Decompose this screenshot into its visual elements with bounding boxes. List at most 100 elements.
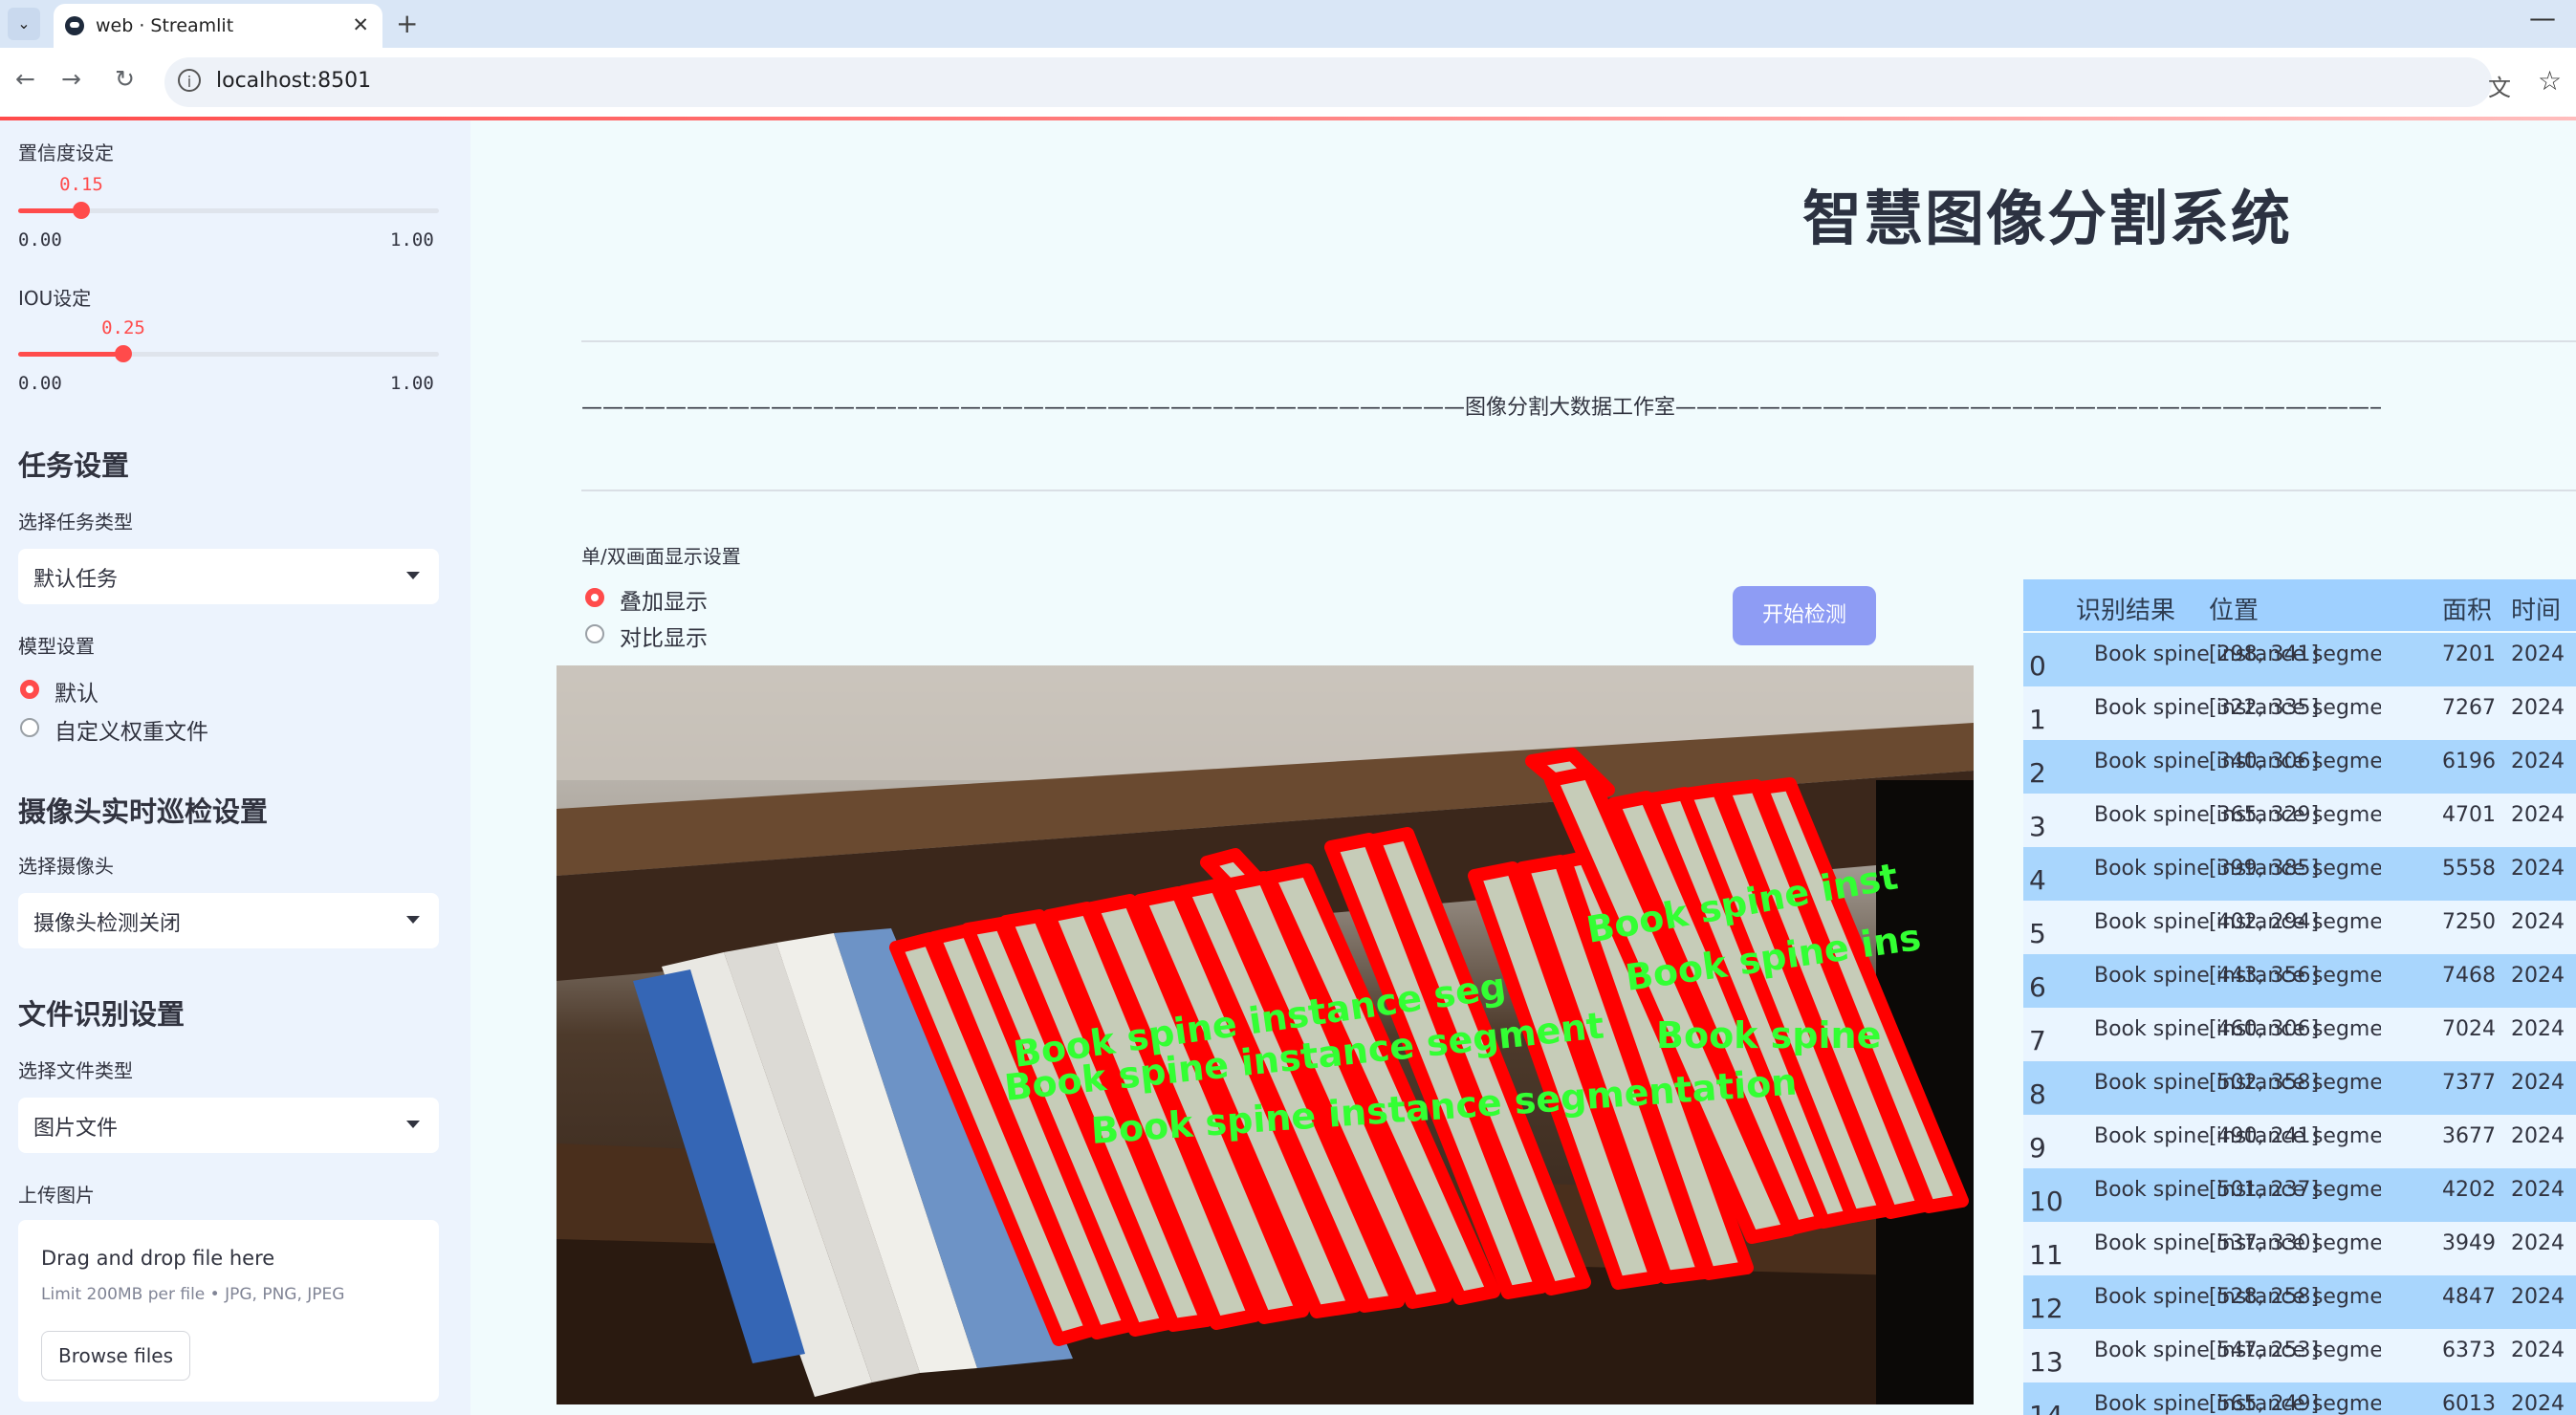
star-icon[interactable]: ☆ (2538, 65, 2562, 97)
table-row[interactable]: 9Book spine instance segmentation[490, 2… (2023, 1115, 2576, 1168)
browser-toolbar: ← → ↻ i localhost:8501 文 ☆ (0, 48, 2576, 117)
cell-time: 2024 (2511, 1071, 2565, 1095)
row-index: 10 (2029, 1186, 2063, 1217)
radio-selected-icon[interactable] (20, 680, 39, 699)
table-row[interactable]: 6Book spine instance segmentation[443, 3… (2023, 954, 2576, 1008)
start-detection-button[interactable]: 开始检测 (1733, 586, 1876, 645)
table-row[interactable]: 2Book spine instance segmentation[340, 3… (2023, 740, 2576, 794)
header-position[interactable]: 位置 (2209, 591, 2259, 626)
row-index: 11 (2029, 1239, 2063, 1271)
reload-icon[interactable]: ↻ (115, 65, 135, 93)
radio-unselected-icon[interactable] (585, 624, 604, 643)
cell-position: [365, 329] (2209, 803, 2320, 827)
close-icon[interactable]: ✕ (352, 13, 369, 36)
minimize-icon[interactable]: — (2529, 2, 2556, 33)
header-area[interactable]: 面积 (2442, 591, 2492, 626)
table-row[interactable]: 12Book spine instance segmentation[528, … (2023, 1275, 2576, 1329)
cell-time: 2024 (2511, 1392, 2565, 1415)
cell-area: 7377 (2442, 1071, 2496, 1095)
forward-icon[interactable]: → (61, 65, 81, 93)
model-option-label: 自定义权重文件 (55, 720, 208, 745)
row-index: 14 (2029, 1400, 2063, 1415)
camera-section-title: 摄像头实时巡检设置 (18, 795, 269, 828)
camera-select-label: 选择摄像头 (18, 855, 114, 878)
cell-position: [490, 241] (2209, 1124, 2320, 1148)
row-index: 3 (2029, 811, 2046, 842)
table-row[interactable]: 14Book spine instance segmentation[565, … (2023, 1382, 2576, 1415)
cell-time: 2024 (2511, 750, 2565, 773)
table-row[interactable]: 0Book spine instance segmentation[298, 3… (2023, 633, 2576, 686)
cell-area: 3949 (2442, 1231, 2496, 1255)
cell-time: 2024 (2511, 910, 2565, 934)
model-option-label: 默认 (55, 682, 98, 707)
translate-icon[interactable]: 文 (2488, 69, 2511, 102)
browser-tab-bar: ⌄ web · Streamlit ✕ + — (0, 0, 2576, 48)
plus-icon[interactable]: + (396, 8, 418, 39)
iou-slider-fill (18, 352, 123, 357)
table-row[interactable]: 1Book spine instance segmentation[322, 3… (2023, 686, 2576, 740)
table-row[interactable]: 5Book spine instance segmentation[402, 2… (2023, 901, 2576, 954)
tab-search-chevron-down-icon[interactable]: ⌄ (8, 8, 40, 40)
file-uploader-dropzone[interactable]: Drag and drop file here Limit 200MB per … (18, 1220, 439, 1402)
row-index: 4 (2029, 864, 2046, 896)
file-type-select[interactable]: 图片文件 (18, 1098, 439, 1153)
table-row[interactable]: 4Book spine instance segmentation[399, 3… (2023, 847, 2576, 901)
cell-area: 6013 (2442, 1392, 2496, 1415)
main-content: 智慧图像分割系统 ———————————————————————————————… (470, 120, 2576, 1415)
radio-selected-icon[interactable] (585, 588, 604, 607)
table-row[interactable]: 10Book spine instance segmentation[501, … (2023, 1168, 2576, 1222)
row-index: 1 (2029, 704, 2046, 735)
segmentation-overlay: Book spine instance seg Book spine insta… (557, 665, 1974, 1404)
results-table[interactable]: 识别结果 位置 面积 时间 0 Book spine instance segme… (2023, 579, 2576, 1415)
cell-time: 2024 (2511, 1285, 2565, 1309)
uploader-title: Drag and drop file here (41, 1247, 275, 1270)
cell-area: 6196 (2442, 750, 2496, 773)
task-select[interactable]: 默认任务 (18, 549, 439, 604)
row-index: 8 (2029, 1078, 2046, 1110)
iou-slider-thumb[interactable] (115, 345, 132, 362)
confidence-slider[interactable] (18, 202, 439, 219)
cell-position: [537, 330] (2209, 1231, 2320, 1255)
display-option-label: 叠加显示 (620, 590, 708, 615)
cell-position: [565, 249] (2209, 1392, 2320, 1415)
confidence-slider-thumb[interactable] (73, 202, 90, 219)
confidence-max: 1.00 (390, 229, 434, 250)
iou-slider[interactable] (18, 345, 439, 362)
cell-area: 4701 (2442, 803, 2496, 827)
file-type-label: 选择文件类型 (18, 1059, 133, 1082)
file-section-title: 文件识别设置 (18, 998, 186, 1031)
confidence-min: 0.00 (18, 229, 62, 250)
browse-files-button[interactable]: Browse files (41, 1331, 190, 1381)
site-info-icon[interactable]: i (178, 69, 201, 92)
table-row[interactable]: 8Book spine instance segmentation[502, 3… (2023, 1061, 2576, 1115)
iou-min: 0.00 (18, 373, 62, 394)
header-time[interactable]: 时间 (2511, 591, 2561, 626)
url-text[interactable]: localhost:8501 (216, 69, 371, 93)
cell-position: [322, 335] (2209, 696, 2320, 720)
cell-position: [402, 294] (2209, 910, 2320, 934)
file-type-value: 图片文件 (33, 1117, 119, 1141)
radio-unselected-icon[interactable] (20, 718, 39, 737)
cell-area: 3677 (2442, 1124, 2496, 1148)
table-row[interactable]: 3Book spine instance segmentation[365, 3… (2023, 794, 2576, 847)
cell-time: 2024 (2511, 964, 2565, 988)
display-mode-label: 单/双画面显示设置 (581, 545, 741, 568)
header-result[interactable]: 识别结果 (2076, 591, 2175, 626)
streamlit-icon (65, 16, 84, 35)
table-row[interactable]: 11Book spine instance segmentation[537, … (2023, 1222, 2576, 1275)
cell-time: 2024 (2511, 1017, 2565, 1041)
model-label: 模型设置 (18, 635, 95, 658)
table-header: 识别结果 位置 面积 时间 (2023, 579, 2576, 631)
browser-tab[interactable]: web · Streamlit ✕ (54, 4, 382, 48)
table-row[interactable]: 7Book spine instance segmentation[460, 3… (2023, 1008, 2576, 1061)
table-row[interactable]: 13Book spine instance segmentation[547, … (2023, 1329, 2576, 1382)
cell-position: [443, 356] (2209, 964, 2320, 988)
cell-time: 2024 (2511, 1231, 2565, 1255)
back-icon[interactable]: ← (15, 65, 35, 93)
camera-select[interactable]: 摄像头检测关闭 (18, 893, 439, 948)
cell-position: [298, 341] (2209, 642, 2320, 666)
iou-value: 0.25 (101, 317, 145, 338)
address-bar[interactable]: i localhost:8501 (164, 57, 2492, 107)
iou-max: 1.00 (390, 373, 434, 394)
task-select-value: 默认任务 (33, 568, 119, 592)
